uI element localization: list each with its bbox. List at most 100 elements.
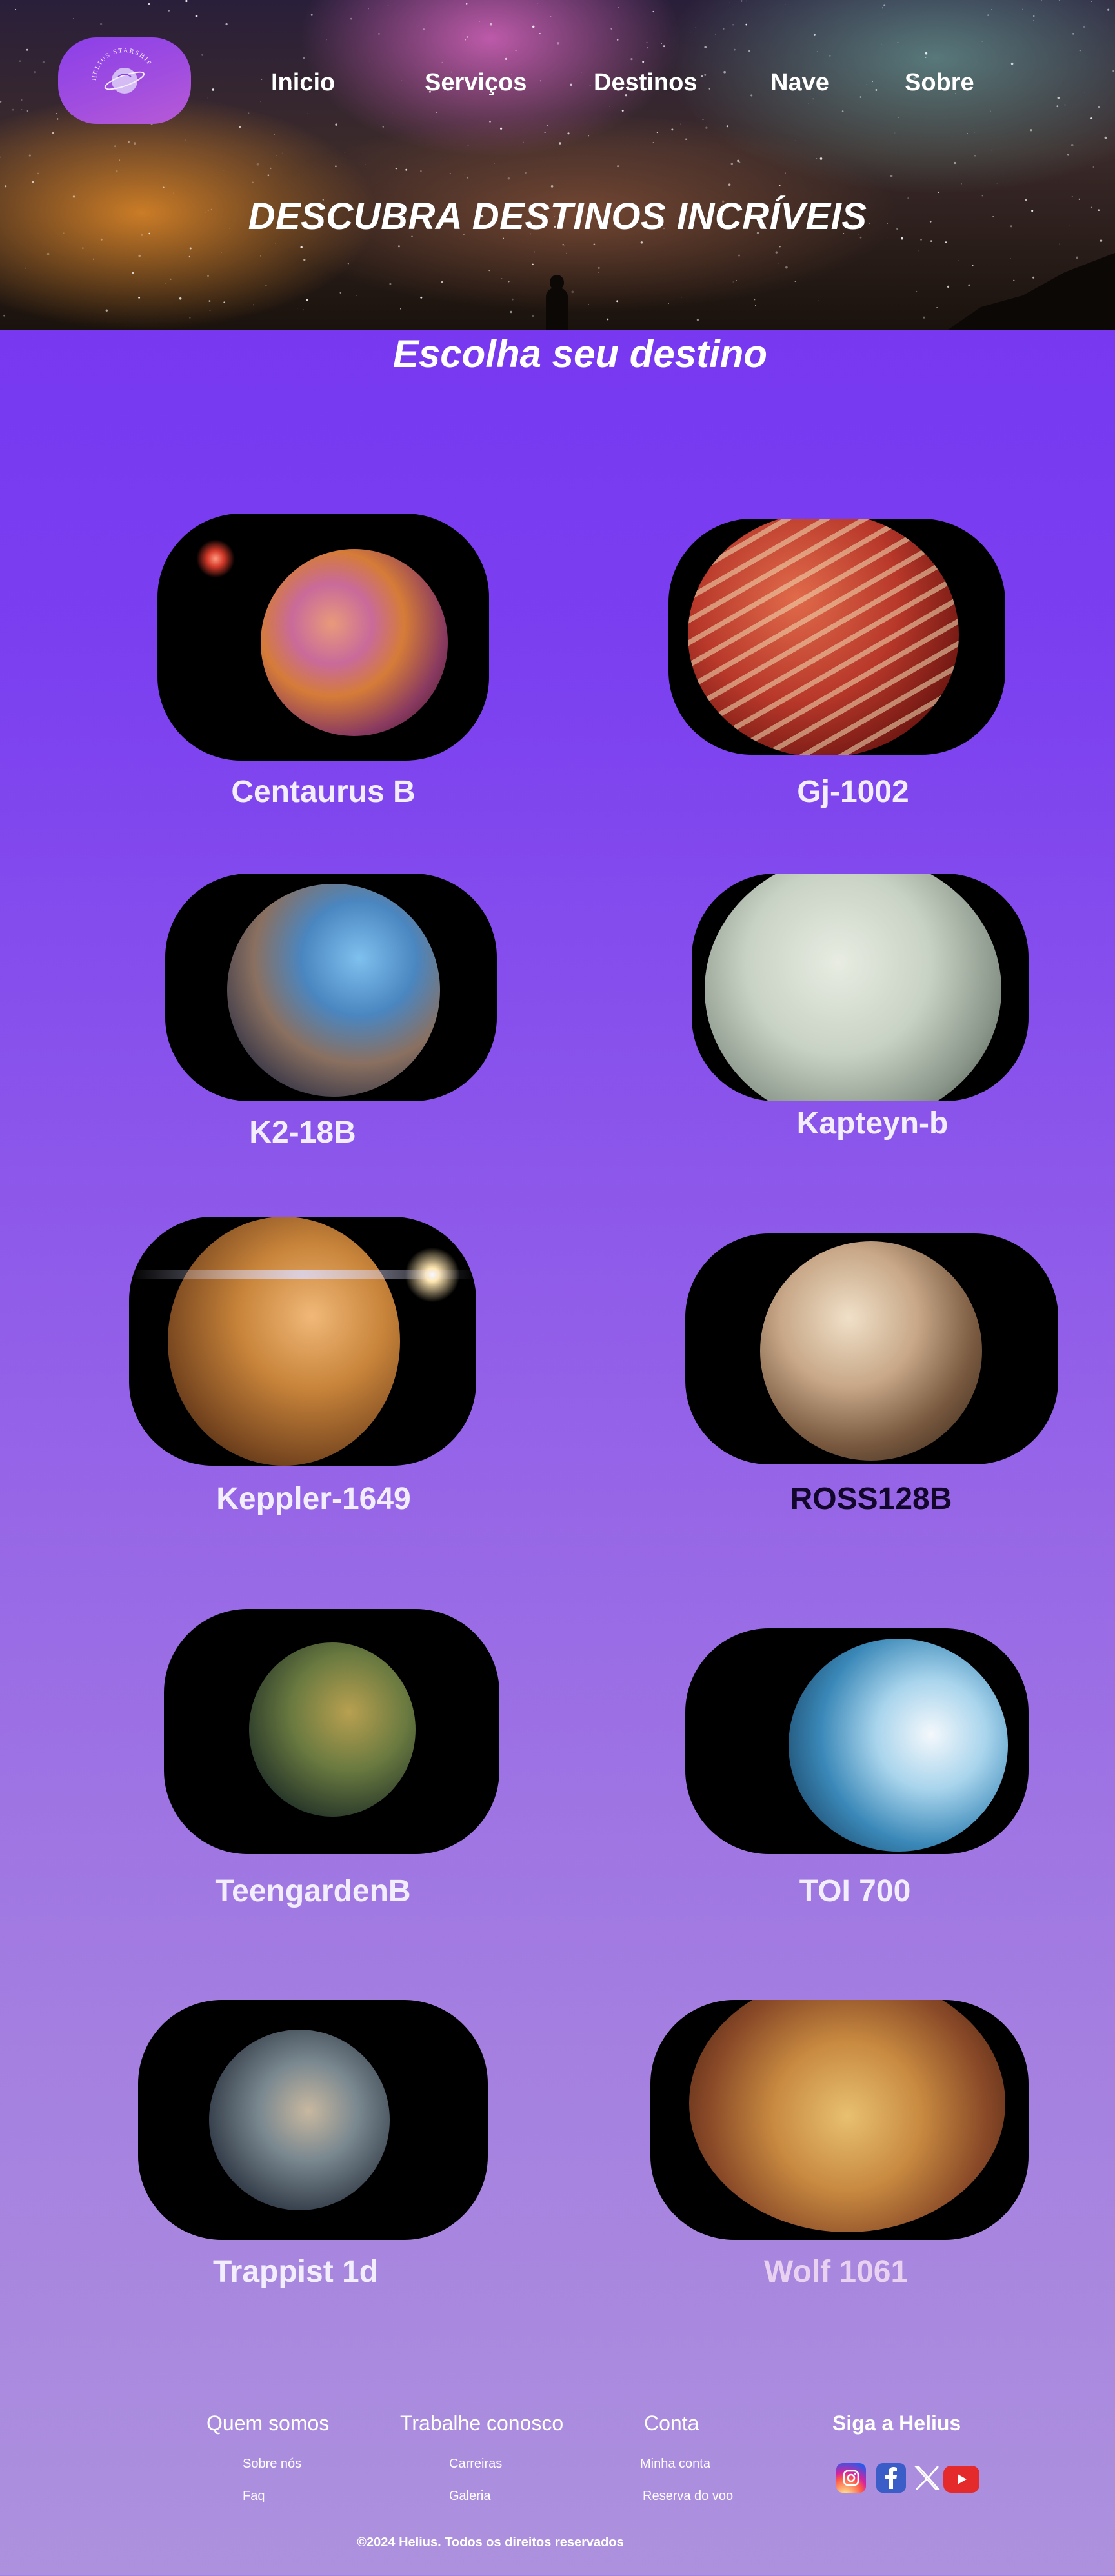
star [618,7,619,8]
star [539,80,541,82]
instagram-icon[interactable] [836,2463,866,2493]
star [1083,25,1086,28]
star [185,0,188,3]
star [382,126,385,128]
footer-link-faq[interactable]: Faq [243,2489,265,2504]
destination-card-centaurus-b[interactable] [157,514,489,761]
destination-card-teengardenb[interactable] [164,1609,499,1854]
star [991,9,992,10]
footer-link-reserva-do-voo[interactable]: Reserva do voo [643,2489,733,2504]
star [335,123,337,126]
star [256,163,259,166]
nav-sobre[interactable]: Sobre [905,65,974,101]
star [510,310,512,314]
star [1022,8,1023,10]
destination-name-toi-700[interactable]: TOI 700 [685,1873,1025,1909]
star [21,99,23,101]
facebook-icon[interactable] [876,2463,906,2493]
star [37,172,39,175]
star [436,112,437,114]
star [265,285,267,286]
destination-name-ross128b[interactable]: ROSS128B [685,1481,1057,1517]
destination-name-wolf-1061[interactable]: Wolf 1061 [650,2254,1029,2290]
destination-name-keppler-1649[interactable]: Keppler-1649 [129,1481,498,1517]
nav-servicos[interactable]: Serviços [425,65,527,101]
footer-link-carreiras[interactable]: Carreiras [449,2457,502,2471]
star [642,61,645,63]
destination-card-k2-18b[interactable] [165,874,497,1101]
nav-nave[interactable]: Nave [770,65,829,101]
star [816,158,818,159]
star [501,277,503,280]
destination-name-kapteyn-b[interactable]: Kapteyn-b [692,1106,1053,1141]
youtube-icon[interactable] [943,2466,979,2493]
star [630,57,633,61]
star [512,298,514,301]
star [1010,62,1014,65]
star [923,316,925,319]
star [616,300,619,303]
star [260,101,261,103]
star [841,110,844,112]
star [567,132,570,135]
star [539,33,541,35]
star [92,258,94,260]
star [646,41,648,43]
star [755,305,756,306]
destination-name-k2-18b[interactable]: K2-18B [165,1115,440,1150]
x-icon[interactable] [912,2463,942,2493]
destination-card-keppler-1649[interactable] [129,1217,476,1466]
destination-name-centaurus-b[interactable]: Centaurus B [157,774,489,810]
star [1032,276,1035,279]
star [647,47,648,49]
star [19,60,21,62]
star [728,183,731,186]
destination-card-kapteyn-b[interactable] [692,874,1029,1101]
star [303,259,306,261]
destination-card-toi-700[interactable] [685,1628,1029,1854]
star [116,170,118,173]
footer-link-galeria[interactable]: Galeria [449,2489,490,2504]
star [961,183,962,185]
star [46,252,50,255]
star [465,39,467,41]
star [420,296,423,299]
destination-name-gj-1002[interactable]: Gj-1002 [668,774,1038,810]
star [138,296,141,299]
star [981,41,983,43]
destination-card-gj-1002[interactable] [668,519,1005,755]
star [925,57,927,59]
star [212,88,215,91]
star [872,81,873,83]
star [732,24,734,26]
star [1104,136,1107,139]
star [696,319,699,321]
footer-link-sobre-nos[interactable]: Sobre nós [243,2457,301,2471]
star [1013,279,1015,281]
star [875,89,878,91]
star [723,28,725,30]
destination-card-wolf-1061[interactable] [650,2000,1029,2240]
destination-name-trappist-1d[interactable]: Trappist 1d [138,2254,453,2290]
star [26,110,29,112]
star [702,119,704,121]
star [42,61,45,64]
star [507,177,510,180]
destination-name-teengardenb[interactable]: TeengardenB [164,1873,462,1909]
star [570,83,572,86]
star [489,23,492,26]
star [441,61,443,63]
star [148,3,150,5]
footer-link-minha-conta[interactable]: Minha conta [640,2457,710,2471]
star [741,0,743,2]
star [467,176,468,179]
star [652,10,654,13]
star [274,134,276,135]
destination-card-ross128b[interactable] [685,1233,1058,1464]
nav-destinos[interactable]: Destinos [594,65,697,101]
nav-inicio[interactable]: Inicio [271,65,335,101]
logo-button[interactable]: HELIUS STARSHIP [58,37,191,124]
star [52,132,54,134]
destination-card-trappist-1d[interactable] [138,2000,488,2240]
star [489,121,491,123]
